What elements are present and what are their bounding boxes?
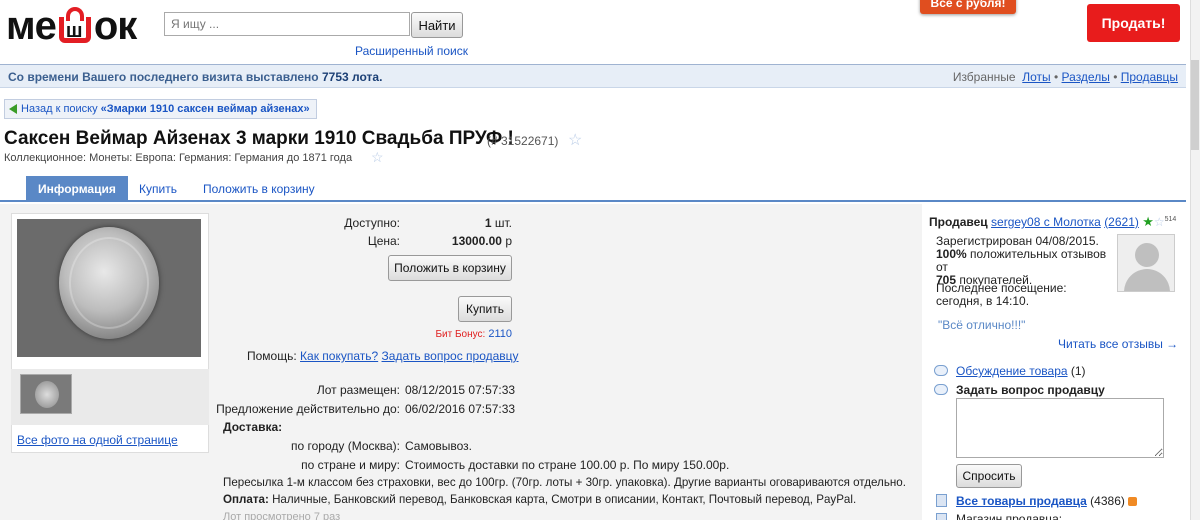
- seller-name-link[interactable]: sergey08 с Молотка: [991, 215, 1101, 229]
- payment-methods: Наличные, Банковский перевод, Банковская…: [272, 493, 857, 506]
- lot-title: Саксен Веймар Айзенах 3 марки 1910 Свадь…: [4, 128, 514, 149]
- valid-until-value: 06/02/2016 07:57:33: [405, 402, 516, 416]
- how-to-buy-link[interactable]: Как покупать?: [300, 349, 378, 363]
- payment-label: Оплата:: [223, 493, 269, 506]
- discussion-row: Обсуждение товара (1): [956, 364, 1086, 378]
- tab-info[interactable]: Информация: [26, 176, 128, 202]
- favorites-links: Избранные Лоты • Разделы • Продавцы: [952, 70, 1178, 84]
- coin-image: [59, 227, 159, 339]
- delivery-label: Доставка:: [223, 420, 283, 434]
- all-photos-link[interactable]: Все фото на одной странице: [17, 433, 178, 447]
- ask-question-title: Задать вопрос продавцу: [956, 383, 1105, 397]
- favorites-sellers-link[interactable]: Продавцы: [1121, 70, 1178, 84]
- payment-row: Оплата: Наличные, Банковский перевод, Ба…: [223, 493, 856, 506]
- back-arrow-icon: [9, 104, 17, 114]
- lot-tabs: Информация Купить Положить в корзину: [0, 176, 1186, 202]
- bonus-value: 2110: [488, 328, 512, 340]
- favorites-sections-link[interactable]: Разделы: [1062, 70, 1110, 84]
- shipping-note: Пересылка 1-м классом без страховки, вес…: [223, 476, 906, 489]
- available-label: Доступно:: [344, 216, 400, 230]
- tab-buy[interactable]: Купить: [139, 176, 177, 202]
- country-delivery-label: по стране и миру:: [301, 458, 400, 472]
- shopping-bag-icon: ш: [57, 7, 93, 45]
- logo-text-start: ме: [6, 4, 57, 48]
- main-photo[interactable]: [17, 219, 201, 357]
- tab-add-to-cart[interactable]: Положить в корзину: [203, 176, 315, 202]
- sell-button[interactable]: Продать!: [1087, 4, 1180, 42]
- favorites-label: Избранные: [952, 70, 1016, 84]
- read-all-reviews-link[interactable]: Читать все отзывы →: [1058, 337, 1178, 351]
- document-icon: [936, 494, 947, 507]
- green-star-icon: ★: [1142, 214, 1154, 229]
- city-delivery-value: Самовывоз.: [405, 439, 473, 453]
- seller-shop-label: Магазин продавца:: [956, 512, 1063, 520]
- category-favorite-star-icon[interactable]: ☆: [371, 149, 384, 166]
- seller-last-visit: Последнее посещение: сегодня, в 14:10.: [936, 281, 1067, 308]
- search-query: «Змарки 1910 саксен веймар айзенах»: [100, 103, 310, 115]
- seller-header: Продавец sergey08 с Молотка (2621) ★☆514: [929, 214, 1177, 229]
- favorite-star-icon[interactable]: ☆: [568, 130, 582, 150]
- shop-icon: [936, 513, 947, 520]
- views-count: Лот просмотрено 7 раз: [223, 511, 341, 520]
- promo-badge[interactable]: Всё с рубля!: [920, 0, 1016, 14]
- help-row: Помощь: Как покупать? Задать вопрос прод…: [247, 349, 519, 363]
- buy-button[interactable]: Купить: [458, 296, 512, 322]
- bonus-info: Бит Бонус: 2110: [435, 328, 512, 340]
- all-items-row: Все товары продавца (4386): [956, 494, 1138, 508]
- posted-value: 08/12/2015 07:57:33: [405, 383, 516, 397]
- help-label: Помощь:: [247, 349, 297, 363]
- ask-question-icon: [934, 384, 948, 395]
- ask-seller-link[interactable]: Задать вопрос продавцу: [382, 349, 519, 363]
- outline-star-icon: ☆: [1153, 215, 1165, 229]
- seller-badge: 514: [1164, 216, 1177, 223]
- seller-stats: Зарегистрирован 04/08/2015. 100% положит…: [936, 234, 1107, 287]
- country-delivery-value: Стоимость доставки по стране 100.00 р. П…: [405, 458, 730, 472]
- rss-icon[interactable]: [1128, 497, 1138, 507]
- back-to-search-button[interactable]: Назад к поиску «Змарки 1910 саксен вейма…: [4, 99, 317, 119]
- logo-text-end: ок: [93, 4, 137, 48]
- advanced-search-link[interactable]: Расширенный поиск: [355, 44, 468, 58]
- discussion-link[interactable]: Обсуждение товара: [956, 364, 1068, 378]
- favorites-lots-link[interactable]: Лоты: [1022, 70, 1050, 84]
- search-input[interactable]: [164, 12, 410, 36]
- seller-avatar[interactable]: [1117, 234, 1175, 292]
- add-to-cart-button[interactable]: Положить в корзину: [388, 255, 512, 281]
- price-value: 13000.00 р: [451, 234, 512, 248]
- posted-label: Лот размещен:: [316, 383, 400, 397]
- lot-number: (# 31522671): [487, 134, 559, 148]
- new-lots-count: 7753: [321, 70, 349, 84]
- review-quote: "Всё отлично!!!": [938, 318, 1026, 332]
- seller-rating-link[interactable]: (2621): [1104, 215, 1139, 229]
- question-textarea[interactable]: [956, 398, 1164, 458]
- visit-info-bar: Со времени Вашего последнего визита выст…: [0, 64, 1186, 88]
- photo-thumbnail[interactable]: [20, 374, 72, 414]
- price-label: Цена:: [367, 234, 400, 248]
- available-value: 1 шт.: [484, 216, 512, 230]
- scrollbar-thumb[interactable]: [1191, 60, 1199, 150]
- new-lots-message: Со времени Вашего последнего визита выст…: [8, 70, 383, 84]
- discussion-icon: [934, 365, 948, 376]
- logo[interactable]: ме ш ок: [6, 6, 148, 46]
- all-seller-items-link[interactable]: Все товары продавца: [956, 494, 1087, 508]
- search-button[interactable]: Найти: [411, 12, 463, 38]
- logo-bag-letter: ш: [65, 20, 83, 42]
- valid-until-label: Предложение действительно до:: [216, 402, 400, 416]
- ask-button[interactable]: Спросить: [956, 464, 1022, 488]
- city-delivery-label: по городу (Москва):: [290, 439, 400, 453]
- category-breadcrumb[interactable]: Коллекционное: Монеты: Европа: Германия:…: [4, 152, 352, 164]
